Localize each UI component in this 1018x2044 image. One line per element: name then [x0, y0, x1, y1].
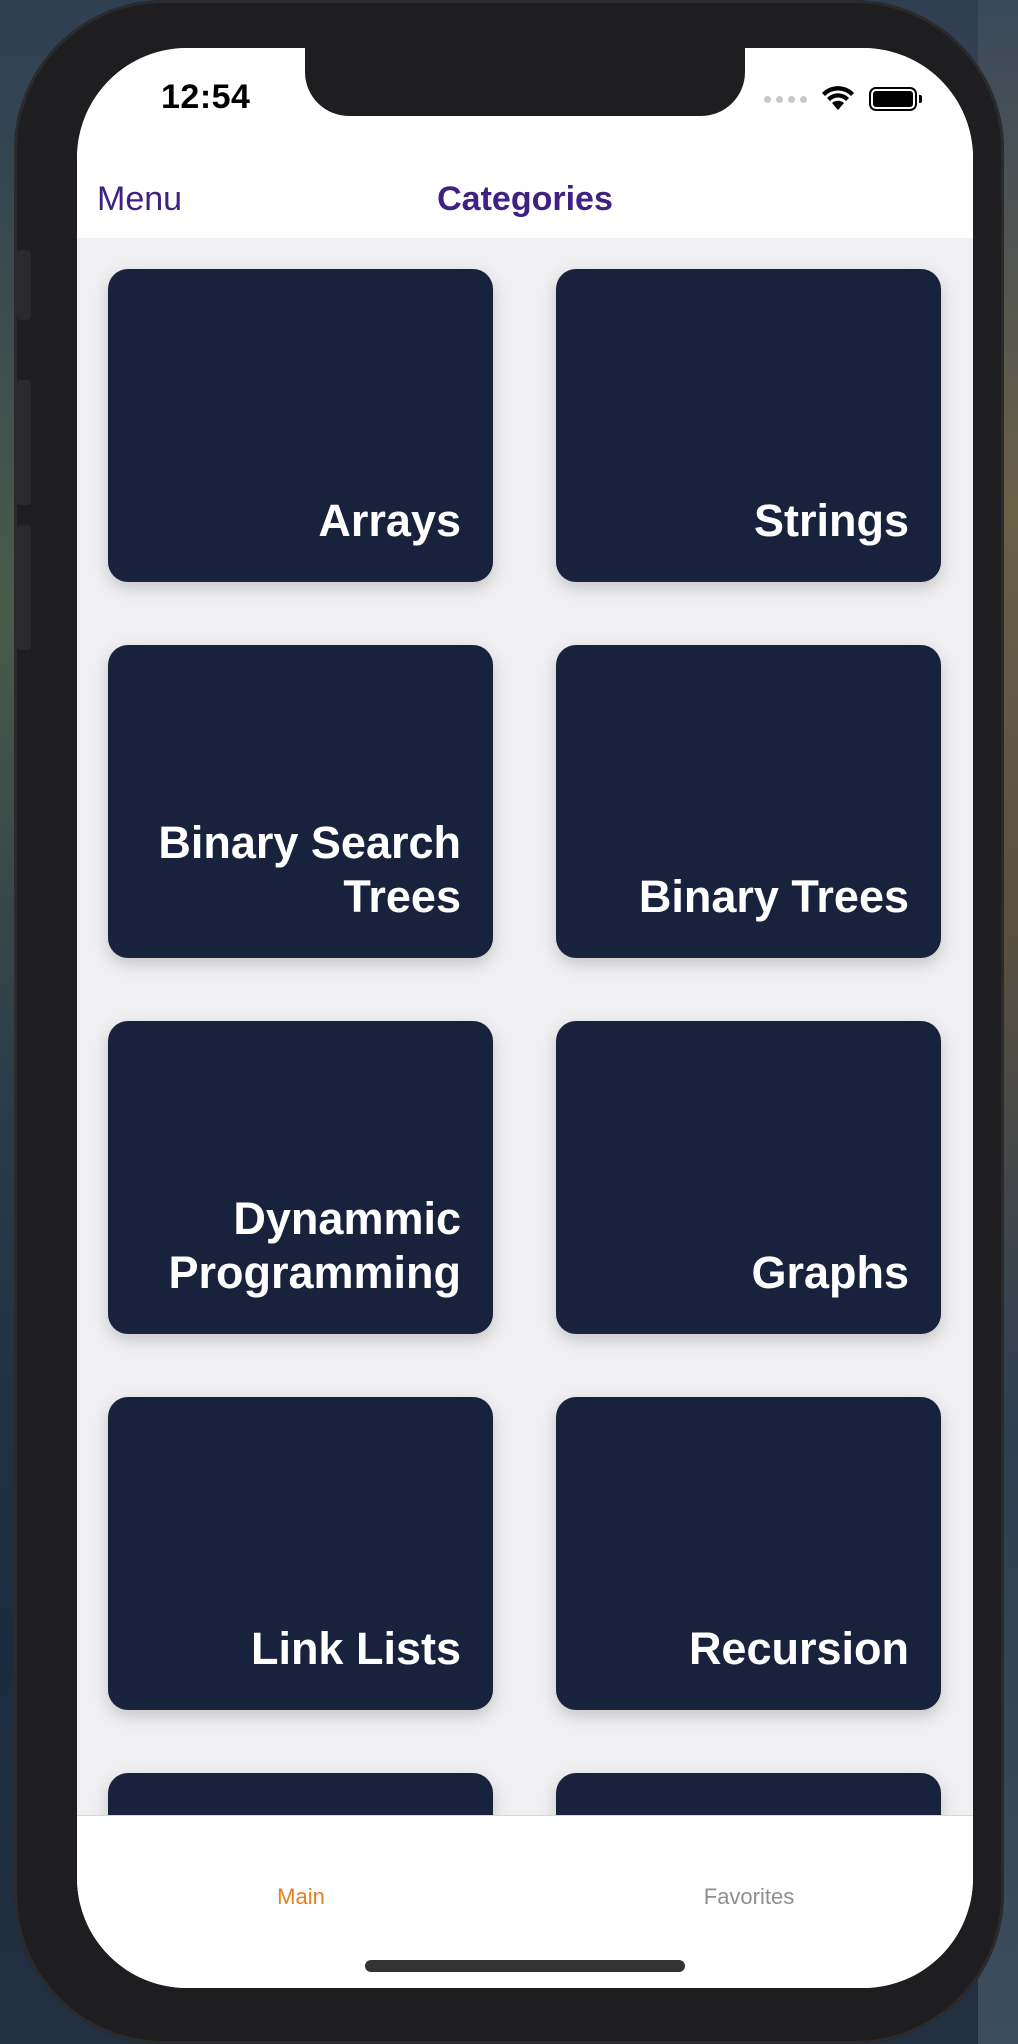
category-card-strings[interactable]: Strings — [556, 269, 941, 582]
phone-frame: 12:54 Categories Menu Arrays Strings Bin… — [14, 0, 1004, 2044]
category-card-graphs[interactable]: Graphs — [556, 1021, 941, 1334]
volume-down-button — [17, 525, 31, 650]
category-card-binary-search-trees[interactable]: Binary Search Trees — [108, 645, 493, 958]
category-label: Binary Search Trees — [158, 817, 461, 922]
mute-switch — [17, 250, 31, 320]
category-label: Strings — [753, 495, 909, 546]
category-card-arrays[interactable]: Arrays — [108, 269, 493, 582]
tab-bar: Main Favorites — [77, 1815, 973, 1988]
battery-icon — [869, 87, 922, 111]
status-icons — [764, 86, 922, 112]
category-card-dynamic-programming[interactable]: Dynammic Programming — [108, 1021, 493, 1334]
app-screen: 12:54 Categories Menu Arrays Strings Bin… — [77, 48, 973, 1988]
category-card-recursion[interactable]: Recursion — [556, 1397, 941, 1710]
category-card-partial[interactable] — [108, 1773, 493, 1816]
category-label: Binary Trees — [638, 871, 909, 922]
category-label: Dynammic Programming — [168, 1193, 461, 1298]
category-card-binary-trees[interactable]: Binary Trees — [556, 645, 941, 958]
category-grid: Arrays Strings Binary Search Trees Binar… — [108, 269, 941, 1816]
notch — [305, 48, 745, 116]
home-indicator[interactable] — [365, 1960, 685, 1972]
wifi-icon — [822, 86, 854, 110]
volume-up-button — [17, 380, 31, 505]
cellular-signal-icon — [764, 95, 807, 103]
tab-favorites[interactable]: Favorites — [525, 1884, 973, 1910]
categories-scroll-view[interactable]: Arrays Strings Binary Search Trees Binar… — [77, 238, 973, 1816]
category-card-link-lists[interactable]: Link Lists — [108, 1397, 493, 1710]
tab-main[interactable]: Main — [77, 1884, 525, 1910]
category-label: Recursion — [688, 1623, 909, 1674]
category-card-partial[interactable] — [556, 1773, 941, 1816]
status-time: 12:54 — [161, 78, 251, 116]
navigation-bar: Categories Menu — [77, 158, 973, 238]
menu-button[interactable]: Menu — [97, 180, 182, 219]
category-label: Link Lists — [250, 1623, 461, 1674]
category-label: Graphs — [751, 1247, 909, 1298]
category-label: Arrays — [318, 495, 461, 546]
page-title: Categories — [437, 180, 613, 218]
